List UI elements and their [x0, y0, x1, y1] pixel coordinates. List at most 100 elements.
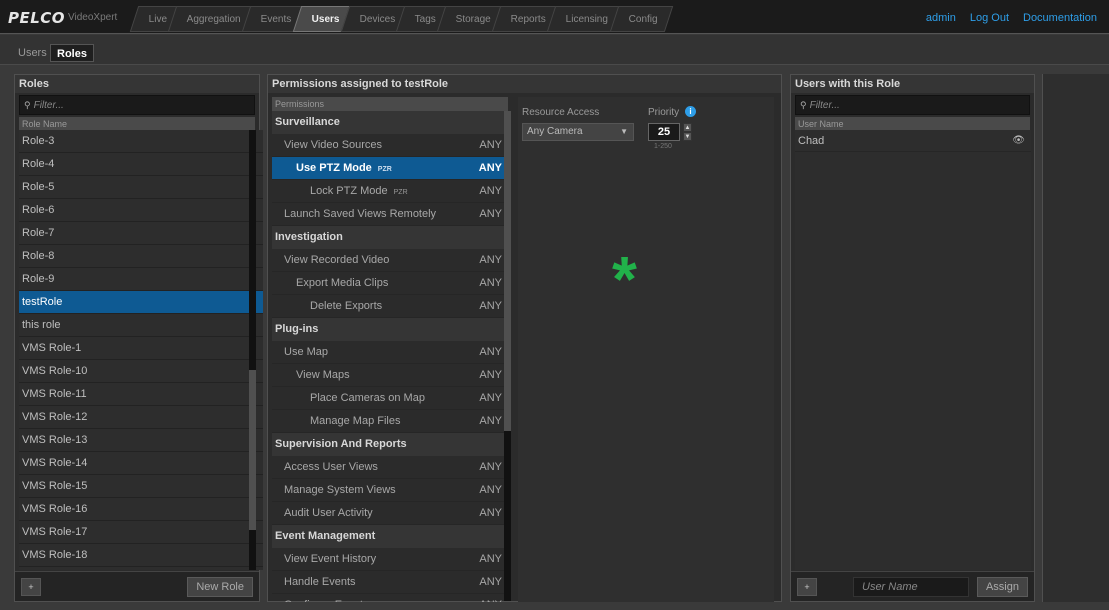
permission-scope: ANY — [479, 139, 502, 151]
priority-range: 1-250 — [654, 143, 672, 150]
permission-row[interactable]: Use PTZ Mode PZR ANY — [272, 157, 508, 180]
tab-label: Licensing — [566, 14, 609, 25]
arrow-down-icon[interactable]: ▼ — [683, 132, 692, 141]
user-name-input[interactable]: User Name — [853, 577, 969, 597]
permission-row[interactable]: View Video Sources ANY — [272, 134, 508, 157]
right-side-strip — [1042, 74, 1109, 602]
permission-tag: PZR — [393, 189, 408, 196]
role-list-item[interactable]: Role-8 — [19, 245, 263, 268]
permission-scope: ANY — [479, 277, 502, 289]
permission-row[interactable]: Audit User Activity ANY — [272, 502, 508, 525]
permission-row[interactable]: Delete Exports ANY — [272, 295, 508, 318]
permission-row[interactable]: Configure Events ANY — [272, 594, 508, 602]
permission-name: Export Media Clips — [296, 272, 388, 294]
role-list-item[interactable]: VMS Role-19 — [19, 567, 263, 570]
permission-scope: ANY — [479, 369, 502, 381]
subtab-users[interactable]: Users — [12, 44, 53, 62]
add-role-icon-button[interactable]: + — [21, 578, 41, 596]
admin-link[interactable]: admin — [926, 12, 956, 24]
permission-group-header: Plug-ins — [272, 318, 508, 341]
permission-scope: ANY — [479, 254, 502, 266]
role-list-item[interactable]: VMS Role-12 — [19, 406, 263, 429]
tab-label: Aggregation — [187, 14, 241, 25]
permission-label: Access User Views — [284, 461, 378, 473]
tab-label: Users — [311, 14, 340, 25]
role-list-item[interactable]: VMS Role-17 — [19, 521, 263, 544]
role-list-item[interactable]: VMS Role-14 — [19, 452, 263, 475]
resource-access-label: Resource Access — [522, 107, 600, 118]
roles-footer: + New Role — [15, 571, 259, 601]
users-filter-placeholder: Filter... — [809, 99, 840, 111]
permission-row[interactable]: Export Media Clips ANY — [272, 272, 508, 295]
permission-row[interactable]: Handle Events ANY — [272, 571, 508, 594]
priority-input[interactable]: 25 — [648, 123, 680, 141]
permission-row[interactable]: View Event History ANY — [272, 548, 508, 571]
permission-row[interactable]: Access User Views ANY — [272, 456, 508, 479]
tab-config[interactable]: Config — [609, 6, 673, 32]
chevron-down-icon: ▼ — [620, 127, 628, 136]
role-list-item[interactable]: VMS Role-13 — [19, 429, 263, 452]
priority-label: Priority — [648, 107, 680, 118]
permission-name: View Event History — [284, 548, 376, 570]
eye-icon[interactable]: 👁 — [1012, 130, 1025, 152]
permission-label: Manage System Views — [284, 484, 396, 496]
priority-stepper[interactable]: ▲ ▼ — [683, 123, 692, 141]
role-list-item[interactable]: VMS Role-15 — [19, 475, 263, 498]
permission-row[interactable]: View Maps ANY — [272, 364, 508, 387]
permission-group-header: Investigation — [272, 226, 508, 249]
role-list-item[interactable]: Role-5 — [19, 176, 263, 199]
role-list-item[interactable]: Role-7 — [19, 222, 263, 245]
permission-row[interactable]: Lock PTZ Mode PZR ANY — [272, 180, 508, 203]
user-list: Chad 👁 — [795, 130, 1031, 570]
roles-filter-input[interactable]: ⚲ Filter... — [19, 95, 255, 115]
role-list-item[interactable]: Role-3 — [19, 130, 263, 153]
subtab-roles[interactable]: Roles — [50, 44, 94, 62]
permission-scope: ANY — [479, 392, 502, 404]
role-list-item[interactable]: Role-4 — [19, 153, 263, 176]
assign-button[interactable]: Assign — [976, 577, 1028, 597]
permission-name: Use PTZ Mode PZR — [296, 157, 392, 179]
users-filter-input[interactable]: ⚲ Filter... — [795, 95, 1030, 115]
role-list-item[interactable]: Role-6 — [19, 199, 263, 222]
permission-row[interactable]: Manage System Views ANY — [272, 479, 508, 502]
documentation-link[interactable]: Documentation — [1023, 12, 1097, 24]
top-right-links: admin Log Out Documentation — [926, 12, 1097, 24]
permission-row[interactable]: Place Cameras on Map ANY — [272, 387, 508, 410]
roles-panel: Roles ⚲ Filter... Role Name Role-3 Role-4… — [14, 74, 263, 602]
role-list-item[interactable]: Role-9 — [19, 268, 263, 291]
arrow-up-icon[interactable]: ▲ — [683, 123, 692, 132]
permission-row[interactable]: Launch Saved Views Remotely ANY — [272, 203, 508, 226]
permission-name: Launch Saved Views Remotely — [284, 203, 436, 225]
info-icon[interactable]: i — [685, 106, 696, 117]
role-list-item[interactable]: VMS Role-1 — [19, 337, 263, 360]
permission-name: Manage Map Files — [310, 410, 401, 432]
new-role-button[interactable]: New Role — [187, 577, 253, 597]
permission-label: Handle Events — [284, 576, 356, 588]
role-list-item[interactable]: VMS Role-11 — [19, 383, 263, 406]
permission-label: View Recorded Video — [284, 254, 390, 266]
users-title: Users with this Role — [791, 75, 1034, 93]
role-list-item[interactable]: this role — [19, 314, 263, 337]
permission-name: Manage System Views — [284, 479, 396, 501]
search-icon: ⚲ — [24, 99, 31, 110]
permissions-scrollbar[interactable] — [504, 111, 511, 601]
role-list-item[interactable]: VMS Role-16 — [19, 498, 263, 521]
permissions-scrollbar-thumb[interactable] — [504, 111, 511, 431]
user-list-item[interactable]: Chad 👁 — [795, 130, 1031, 152]
resource-access-select[interactable]: Any Camera ▼ — [522, 123, 634, 141]
roles-scrollbar[interactable] — [249, 130, 256, 570]
permission-name: View Video Sources — [284, 134, 382, 156]
permission-row[interactable]: Manage Map Files ANY — [272, 410, 508, 433]
logout-link[interactable]: Log Out — [970, 12, 1009, 24]
permission-row[interactable]: View Recorded Video ANY — [272, 249, 508, 272]
permission-name: Handle Events — [284, 571, 356, 593]
resource-access-area: Resource Access Priority i Any Camera ▼ … — [518, 97, 774, 602]
role-list-item[interactable]: VMS Role-10 — [19, 360, 263, 383]
role-list-item[interactable]: VMS Role-18 — [19, 544, 263, 567]
add-user-icon-button[interactable]: + — [797, 578, 817, 596]
permission-scope: ANY — [479, 594, 502, 602]
roles-scrollbar-thumb[interactable] — [249, 370, 256, 530]
users-panel: Users with this Role ⚲ Filter... User Na… — [790, 74, 1035, 602]
permission-row[interactable]: Use Map ANY — [272, 341, 508, 364]
role-list-item[interactable]: testRole — [19, 291, 263, 314]
